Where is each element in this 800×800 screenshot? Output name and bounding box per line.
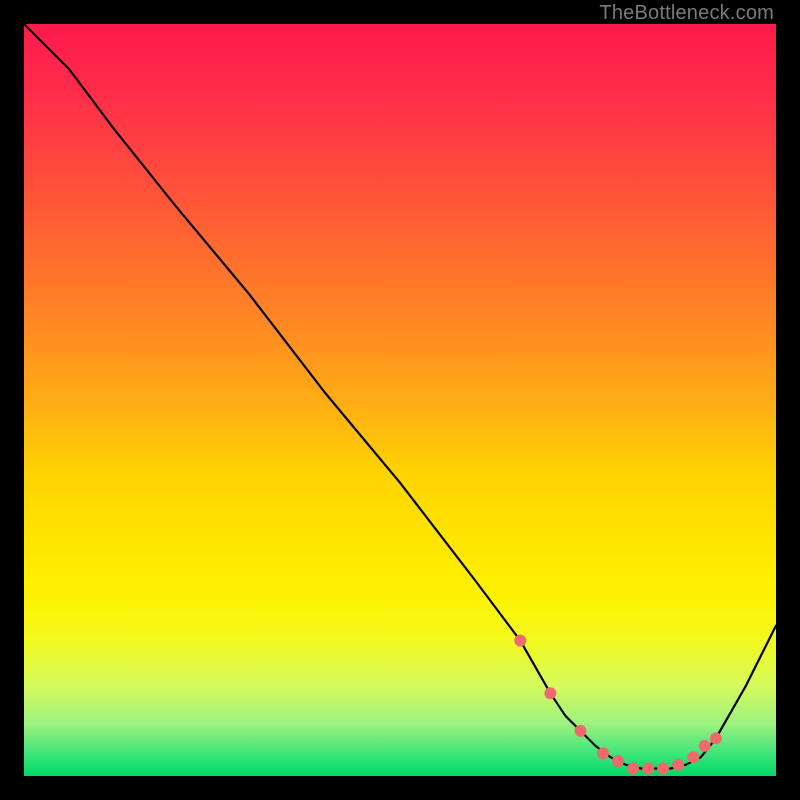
curve-marker xyxy=(699,740,711,752)
curve-marker xyxy=(544,687,556,699)
curve-marker xyxy=(612,755,624,767)
bottleneck-curve xyxy=(24,24,776,769)
curve-marker xyxy=(710,732,722,744)
curve-marker xyxy=(627,763,639,775)
curve-marker xyxy=(514,635,526,647)
curve-marker xyxy=(687,751,699,763)
curve-marker xyxy=(642,763,654,775)
curve-marker xyxy=(657,763,669,775)
curve-marker xyxy=(597,747,609,759)
curve-marker xyxy=(672,759,684,771)
plot-svg xyxy=(24,24,776,776)
curve-marker xyxy=(575,725,587,737)
watermark-text: TheBottleneck.com xyxy=(599,2,774,25)
chart-frame: TheBottleneck.com xyxy=(0,0,800,800)
plot-area xyxy=(24,24,776,776)
curve-markers xyxy=(514,635,722,775)
